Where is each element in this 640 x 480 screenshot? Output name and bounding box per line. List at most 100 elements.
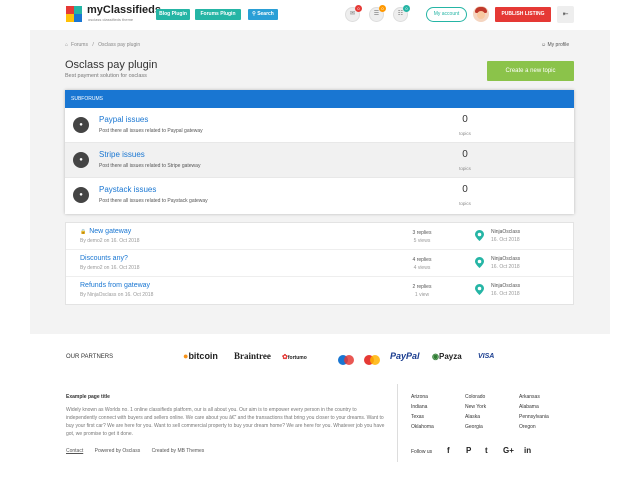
subforum-title[interactable]: Paypal issues xyxy=(99,115,148,124)
subforum-title[interactable]: Stripe issues xyxy=(99,150,145,159)
location-link[interactable]: Georgia xyxy=(465,424,483,430)
partner-payza: ◉Payza xyxy=(432,352,462,361)
partner-fortumo-label: fortumo xyxy=(287,355,307,361)
partners-label: OUR PARTNERS xyxy=(66,354,114,360)
subforum-description: Post there all issues related to Stripe … xyxy=(99,163,201,169)
location-link[interactable]: Arizona xyxy=(411,394,428,400)
twitter-icon[interactable]: t xyxy=(485,446,488,455)
follow-us-label: Follow us xyxy=(411,449,433,455)
topic-row[interactable]: 🔒 New gateway By demo2 on 16. Oct 2018 3 … xyxy=(66,223,573,250)
cart-icon[interactable]: ☷ 0 xyxy=(393,5,410,22)
create-topic-button[interactable]: Create a new topic xyxy=(487,61,574,81)
powered-by-link[interactable]: Powered by Osclass xyxy=(95,448,141,454)
footer-text: Widely known as Worlds no. 1 online clas… xyxy=(66,407,385,437)
chat-icon: ● xyxy=(73,187,89,203)
topic-author: By demo2 on 16. Oct 2018 xyxy=(80,238,140,244)
topic-title[interactable]: 🔒 New gateway xyxy=(80,228,131,235)
my-account-button[interactable]: My account xyxy=(426,7,467,22)
top-header: myClassifieds osclass classifieds theme … xyxy=(0,0,640,30)
location-link[interactable]: Oregon xyxy=(519,424,536,430)
location-link[interactable]: Oklahoma xyxy=(411,424,434,430)
search-label: Search xyxy=(257,11,274,17)
last-post-date: 16. Oct 2018 xyxy=(491,237,520,243)
topic-title[interactable]: Refunds from gateway xyxy=(80,282,150,289)
location-link[interactable]: Alaska xyxy=(465,414,480,420)
last-post-user[interactable]: NinjaOsclass xyxy=(491,283,520,289)
last-post-date: 16. Oct 2018 xyxy=(491,291,520,297)
subforum-title[interactable]: Paystack issues xyxy=(99,185,156,194)
blog-plugin-button[interactable]: Blog Plugin xyxy=(156,9,190,20)
chat-icon: ● xyxy=(73,117,89,133)
logo-icon[interactable] xyxy=(66,6,82,22)
publish-listing-button[interactable]: PUBLISH LISTING xyxy=(495,7,551,22)
maestro-icon xyxy=(338,352,354,370)
facebook-icon[interactable]: f xyxy=(447,446,450,455)
view-count: 4 views xyxy=(413,265,431,271)
location-pin-icon xyxy=(475,284,484,295)
cart-count: 0 xyxy=(403,5,410,12)
location-link[interactable]: Alabama xyxy=(519,404,539,410)
my-profile-link[interactable]: ☺ My profile xyxy=(541,42,569,48)
subforums-header: SUBFORUMS xyxy=(65,90,574,108)
location-link[interactable]: Texas xyxy=(411,414,424,420)
partner-braintree: Braintree xyxy=(234,351,271,361)
topic-row[interactable]: Discounts any? By demo2 on 16. Oct 2018 … xyxy=(66,250,573,277)
pinterest-icon[interactable]: P xyxy=(466,446,471,455)
logout-icon[interactable]: ⇤ xyxy=(557,6,574,23)
location-link[interactable]: Indiana xyxy=(411,404,427,410)
subforum-row[interactable]: ● Stripe issues Post there all issues re… xyxy=(65,143,574,178)
topic-count: 0 xyxy=(462,114,468,125)
location-link[interactable]: New York xyxy=(465,404,486,410)
linkedin-icon[interactable]: in xyxy=(524,446,531,455)
topic-count-label: topics xyxy=(459,201,471,206)
google-plus-icon[interactable]: G+ xyxy=(503,446,514,455)
last-post-user[interactable]: NinjaOsclass xyxy=(491,229,520,235)
view-count: 5 views xyxy=(413,238,431,244)
topic-title-text: New gateway xyxy=(89,228,132,235)
user-icon: ☺ xyxy=(541,42,547,48)
last-post-date: 16. Oct 2018 xyxy=(491,264,520,270)
view-count: 1 view xyxy=(414,292,430,298)
notifications-count: 0 xyxy=(355,5,362,12)
search-button[interactable]: ⚲ Search xyxy=(248,9,278,20)
topic-row[interactable]: Refunds from gateway By NinjaOsclass on … xyxy=(66,277,573,304)
last-post-user[interactable]: NinjaOsclass xyxy=(491,256,520,262)
topic-author: By demo2 on 16. Oct 2018 xyxy=(80,265,140,271)
created-by-link[interactable]: Created by MB Themes xyxy=(152,448,205,454)
location-link[interactable]: Pennsylvania xyxy=(519,414,549,420)
forums-plugin-button[interactable]: Forums Plugin xyxy=(195,9,241,20)
location-link[interactable]: Arkansas xyxy=(519,394,540,400)
breadcrumb: ⌂ Forums / Osclass pay plugin xyxy=(65,42,143,48)
footer-title: Example page title xyxy=(66,394,110,400)
partner-payza-label: Payza xyxy=(438,352,462,361)
breadcrumb-current: Osclass pay plugin xyxy=(98,42,141,48)
page-title: Osclass pay plugin xyxy=(65,59,158,71)
subforum-row[interactable]: ● Paypal issues Post there all issues re… xyxy=(65,108,574,143)
breadcrumb-forums[interactable]: Forums xyxy=(71,42,88,48)
messages-icon[interactable]: ☰ 0 xyxy=(369,5,386,22)
topics-list: 🔒 New gateway By demo2 on 16. Oct 2018 3 … xyxy=(65,222,574,305)
payza-icon: ◉ xyxy=(432,352,439,361)
reply-count: 2 replies xyxy=(412,284,432,290)
location-link[interactable]: Colorado xyxy=(465,394,485,400)
page-subtitle: Best payment solution for osclass xyxy=(65,73,147,79)
avatar[interactable] xyxy=(473,6,489,22)
partner-visa: VISA xyxy=(478,353,495,360)
partner-bitcoin: ●bitcoin xyxy=(183,351,218,361)
subforum-description: Post there all issues related to Paystac… xyxy=(99,198,208,204)
home-icon[interactable]: ⌂ xyxy=(65,42,68,48)
my-profile-label: My profile xyxy=(547,42,570,48)
subforum-row[interactable]: ● Paystack issues Post there all issues … xyxy=(65,178,574,213)
topic-title[interactable]: Discounts any? xyxy=(80,255,128,262)
messages-count: 0 xyxy=(379,5,386,12)
contact-link[interactable]: Contact xyxy=(66,448,83,454)
topic-count-label: topics xyxy=(459,166,471,171)
lock-icon: 🔒 xyxy=(80,229,87,235)
breadcrumb-separator: / xyxy=(92,42,94,48)
notifications-icon[interactable]: ✉ 0 xyxy=(345,5,362,22)
topic-count: 0 xyxy=(462,149,468,160)
logo-tagline: osclass classifieds theme xyxy=(88,17,134,22)
reply-count: 3 replies xyxy=(412,230,432,236)
footer-links: Contact Powered by Osclass Created by MB… xyxy=(66,448,214,454)
logo-title[interactable]: myClassifieds xyxy=(87,4,161,16)
